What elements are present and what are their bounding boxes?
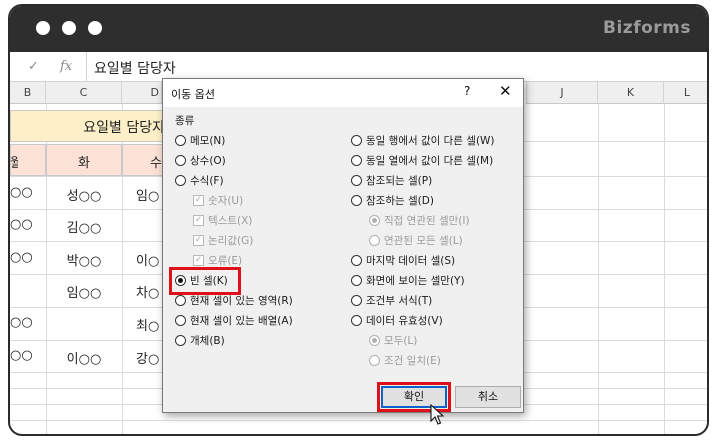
mouse-pointer-icon [430, 404, 444, 425]
cell-c4[interactable]: 임○○ [46, 282, 122, 301]
option-row-differences[interactable]: 동일 행에서 값이 다른 셀(W) [351, 133, 495, 149]
option-data-validation[interactable]: 데이터 유효성(V) [351, 313, 443, 329]
option-visible-cells[interactable]: 화면에 보이는 셀만(Y) [351, 273, 465, 289]
option-current-region[interactable]: 현재 셀이 있는 영역(R) [175, 293, 293, 309]
option-conditional-formats[interactable]: 조건부 서식(T) [351, 293, 432, 309]
column-header-c[interactable]: C [46, 82, 122, 104]
option-validation-same[interactable]: 조건 일치(E) [369, 353, 441, 369]
radio-selected-icon[interactable] [369, 214, 380, 226]
radio-icon[interactable] [175, 134, 186, 146]
dialog-titlebar: 이동 옵션 ? ✕ [163, 79, 523, 107]
column-header-l[interactable]: L [664, 82, 707, 104]
window-titlebar: Bizforms [10, 6, 707, 52]
checkbox-checked-icon[interactable]: ✓ [193, 194, 204, 206]
cell-b3[interactable]: ○○ [10, 250, 32, 265]
cell-b6[interactable]: ○○ [10, 348, 32, 363]
close-button[interactable]: ✕ [499, 82, 512, 100]
option-column-differences[interactable]: 동일 열에서 값이 다른 셀(M) [351, 153, 493, 169]
cancel-button[interactable]: 취소 [455, 386, 521, 408]
option-formulas[interactable]: 수식(F) [175, 173, 224, 189]
option-constants[interactable]: 상수(O) [175, 153, 226, 169]
radio-icon[interactable] [351, 134, 362, 146]
fx-icon[interactable]: fx [60, 59, 72, 74]
cell-c1[interactable]: 성○○ [46, 185, 122, 204]
radio-icon[interactable] [351, 154, 362, 166]
radio-selected-icon[interactable] [369, 334, 380, 346]
option-text[interactable]: ✓ 텍스트(X) [193, 213, 252, 229]
option-all-levels[interactable]: 연관된 모든 셀(L) [369, 233, 463, 249]
blanks-highlight-box [169, 267, 241, 295]
option-validation-all[interactable]: 모두(L) [369, 333, 417, 349]
radio-icon[interactable] [351, 194, 362, 206]
radio-icon[interactable] [175, 174, 186, 186]
radio-icon[interactable] [369, 234, 380, 246]
column-header-k[interactable]: K [598, 82, 664, 104]
go-to-special-dialog: 이동 옵션 ? ✕ 종류 메모(N) 상수(O) 수식(F) ✓ 숫자(U) ✓ 텍… [162, 78, 524, 413]
option-dependents[interactable]: 참조하는 셀(D) [351, 193, 434, 209]
formula-input[interactable]: 요일별 담당자 [94, 58, 176, 78]
header-mon: 월 [10, 152, 18, 171]
radio-icon[interactable] [351, 174, 362, 186]
option-direct-only[interactable]: 직접 연관된 셀만(I) [369, 213, 470, 229]
radio-icon[interactable] [175, 334, 186, 346]
cell-c3[interactable]: 박○○ [46, 250, 122, 269]
option-last-cell[interactable]: 마지막 데이터 셀(S) [351, 253, 455, 269]
option-logicals[interactable]: ✓ 논리값(G) [193, 233, 253, 249]
header-tue: 화 [78, 156, 90, 171]
checkbox-checked-icon[interactable]: ✓ [193, 234, 204, 246]
title-cell-text: 요일별 담당자 [83, 120, 165, 136]
cell-b2[interactable]: ○○ [10, 217, 32, 232]
radio-icon[interactable] [351, 274, 362, 286]
checkbox-checked-icon[interactable]: ✓ [193, 254, 204, 266]
option-numbers[interactable]: ✓ 숫자(U) [193, 193, 243, 209]
option-comments[interactable]: 메모(N) [175, 133, 225, 149]
brand-logo: Bizforms [603, 18, 691, 38]
radio-icon[interactable] [175, 294, 186, 306]
window-minimize-dot[interactable] [62, 21, 76, 35]
radio-icon[interactable] [351, 254, 362, 266]
check-icon[interactable]: ✓ [28, 59, 39, 74]
option-objects[interactable]: 개체(B) [175, 333, 225, 349]
radio-icon[interactable] [369, 354, 380, 366]
column-header-b[interactable]: B [10, 82, 46, 104]
cell-b1[interactable]: ○○ [10, 185, 32, 200]
window-close-dot[interactable] [36, 21, 50, 35]
radio-icon[interactable] [351, 314, 362, 326]
option-precedents[interactable]: 참조되는 셀(P) [351, 173, 432, 189]
checkbox-checked-icon[interactable]: ✓ [193, 214, 204, 226]
column-header-j[interactable]: J [526, 82, 598, 104]
radio-icon[interactable] [175, 314, 186, 326]
cell-b5[interactable]: ○○ [10, 315, 32, 330]
cell-c6[interactable]: 이○○ [46, 348, 122, 367]
cell-c2[interactable]: 김○○ [46, 217, 122, 236]
option-current-array[interactable]: 현재 셀이 있는 배열(A) [175, 313, 293, 329]
radio-icon[interactable] [351, 294, 362, 306]
radio-icon[interactable] [175, 154, 186, 166]
column-header-d[interactable]: D [122, 82, 162, 104]
group-label: 종류 [175, 115, 195, 127]
help-button[interactable]: ? [464, 84, 470, 98]
window-maximize-dot[interactable] [88, 21, 102, 35]
dialog-title: 이동 옵션 [171, 88, 215, 101]
